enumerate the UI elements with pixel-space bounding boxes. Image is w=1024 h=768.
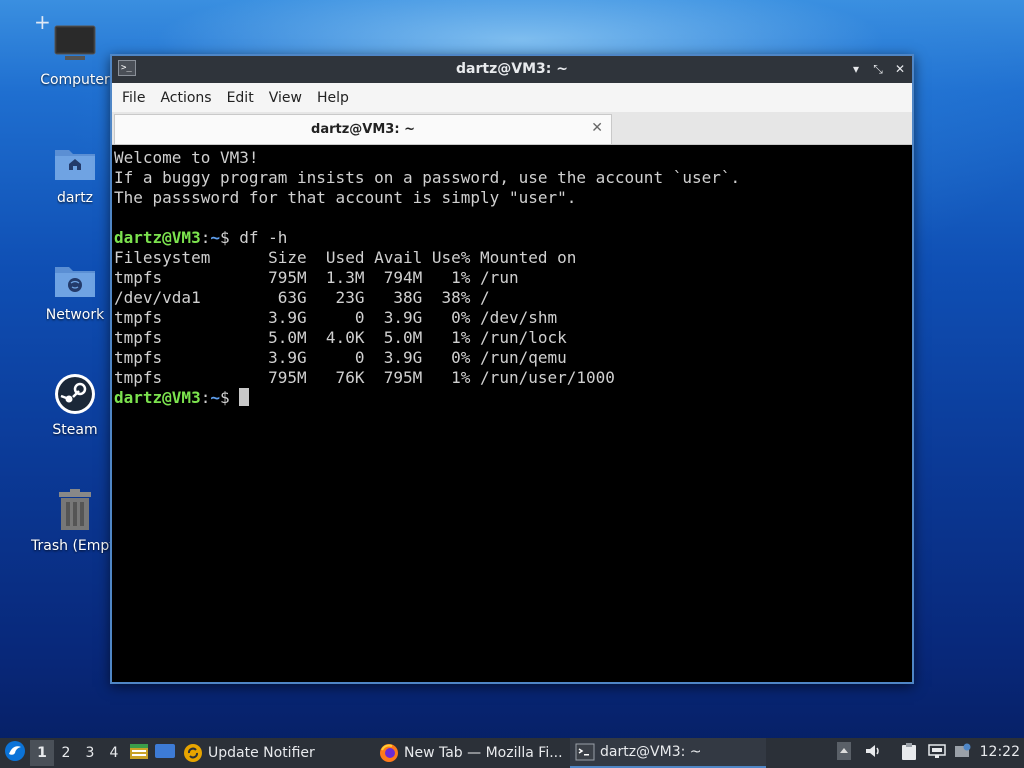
close-button[interactable]: ✕ xyxy=(892,60,908,78)
command-text: df -h xyxy=(239,228,288,247)
tray-up-arrow-icon xyxy=(837,742,851,764)
task-update-notifier[interactable]: Update Notifier xyxy=(178,738,374,768)
desktop-icon-label: dartz xyxy=(56,190,94,206)
task-label: New Tab — Mozilla Fi... xyxy=(404,745,563,761)
desktop-icon xyxy=(154,742,176,764)
tab-close-icon[interactable]: ✕ xyxy=(591,120,603,136)
workspace-1[interactable]: 1 xyxy=(30,740,54,766)
task-terminal[interactable]: dartz@VM3: ~ xyxy=(570,738,766,768)
prompt-separator: : xyxy=(200,388,211,407)
prompt-dollar: $ xyxy=(219,228,240,247)
task-label: dartz@VM3: ~ xyxy=(600,744,702,760)
network-tray[interactable] xyxy=(926,738,948,768)
df-row: tmpfs 3.9G 0 3.9G 0% /run/qemu xyxy=(114,348,567,367)
prompt-path: ~ xyxy=(210,388,220,407)
notifications-tray[interactable] xyxy=(952,738,974,768)
prompt-line[interactable]: dartz@VM3:~$ xyxy=(114,388,910,408)
workspace-3[interactable]: 3 xyxy=(78,745,102,761)
desktop-icon-label: Network xyxy=(45,307,105,323)
update-notifier-icon xyxy=(182,742,204,764)
trash-icon xyxy=(53,488,97,532)
tab-bar: dartz@VM3: ~ ✕ xyxy=(112,112,912,145)
prompt-path: ~ xyxy=(210,228,220,247)
menu-edit[interactable]: Edit xyxy=(227,90,264,106)
desktop-icon-label: Trash (Empty) xyxy=(31,538,119,554)
network-folder-icon xyxy=(53,257,97,301)
clipboard-tray[interactable] xyxy=(898,738,920,768)
prompt-user: dartz@VM3 xyxy=(114,228,201,247)
terminal-icon xyxy=(574,741,596,763)
desktop-icon-label: Steam xyxy=(52,422,98,438)
show-desktop-button[interactable] xyxy=(152,740,178,766)
terminal-output[interactable]: Welcome to VM3! If a buggy program insis… xyxy=(114,146,910,680)
menu-actions[interactable]: Actions xyxy=(160,90,221,106)
desktop-icon-label: Computer xyxy=(40,72,110,88)
workspace-2[interactable]: 2 xyxy=(54,745,78,761)
df-header: Filesystem Size Used Avail Use% Mounted … xyxy=(114,248,577,267)
tab-terminal[interactable]: dartz@VM3: ~ ✕ xyxy=(114,114,612,144)
taskbar: 1 2 3 4 Update Notifier New Tab — Mozill… xyxy=(0,738,1024,768)
minimize-button[interactable]: ▾ xyxy=(848,60,864,78)
notification-icon xyxy=(954,743,972,763)
task-label: Update Notifier xyxy=(208,745,315,761)
df-row: tmpfs 795M 1.3M 794M 1% /run xyxy=(114,268,519,287)
volume-control[interactable] xyxy=(862,738,884,768)
prompt-dollar: $ xyxy=(219,388,240,407)
clipboard-icon xyxy=(901,742,917,764)
df-row: tmpfs 795M 76K 795M 1% /run/user/1000 xyxy=(114,368,615,387)
task-firefox[interactable]: New Tab — Mozilla Fi... xyxy=(374,738,570,768)
window-title: dartz@VM3: ~ xyxy=(456,61,568,77)
monitor-icon xyxy=(53,22,97,66)
menu-file[interactable]: File xyxy=(122,90,155,106)
df-row: tmpfs 3.9G 0 3.9G 0% /dev/shm xyxy=(114,308,558,327)
file-manager-launcher[interactable] xyxy=(126,740,152,766)
text-cursor xyxy=(239,388,250,406)
df-row: /dev/vda1 63G 23G 38G 38% / xyxy=(114,288,490,307)
workspace-4[interactable]: 4 xyxy=(102,745,126,761)
terminal-window[interactable]: >_ dartz@VM3: ~ ▾ ⤡ ✕ File Actions Edit … xyxy=(110,54,914,684)
steam-icon xyxy=(53,372,97,416)
window-titlebar[interactable]: >_ dartz@VM3: ~ ▾ ⤡ ✕ xyxy=(112,56,912,83)
prompt-separator: : xyxy=(200,228,211,247)
home-folder-icon xyxy=(53,140,97,184)
terminal-line: The passsword for that account is simply… xyxy=(114,188,577,207)
menu-help[interactable]: Help xyxy=(317,90,359,106)
start-menu-button[interactable] xyxy=(0,738,30,768)
desktop-icons: Computer dartz Network Steam Trash (Empt… xyxy=(0,0,119,740)
maximize-button[interactable]: ⤡ xyxy=(870,60,886,78)
lubuntu-logo-icon xyxy=(4,740,26,766)
file-manager-icon xyxy=(129,742,149,764)
tab-label: dartz@VM3: ~ xyxy=(311,122,415,137)
tray-scroll-button[interactable] xyxy=(834,738,854,768)
firefox-icon xyxy=(378,742,400,764)
menu-view[interactable]: View xyxy=(269,90,312,106)
terminal-line: Welcome to VM3! xyxy=(114,148,259,167)
command-line: dartz@VM3:~$ df -h xyxy=(114,228,910,248)
window-controls: ▾ ⤡ ✕ xyxy=(848,60,908,78)
clock[interactable]: 12:22 xyxy=(980,744,1020,760)
prompt-user: dartz@VM3 xyxy=(114,388,201,407)
terminal-line: If a buggy program insists on a password… xyxy=(114,168,741,187)
volume-icon xyxy=(864,743,882,763)
df-row: tmpfs 5.0M 4.0K 5.0M 1% /run/lock xyxy=(114,328,567,347)
network-wired-icon xyxy=(928,743,946,763)
menu-bar: File Actions Edit View Help xyxy=(112,83,912,112)
